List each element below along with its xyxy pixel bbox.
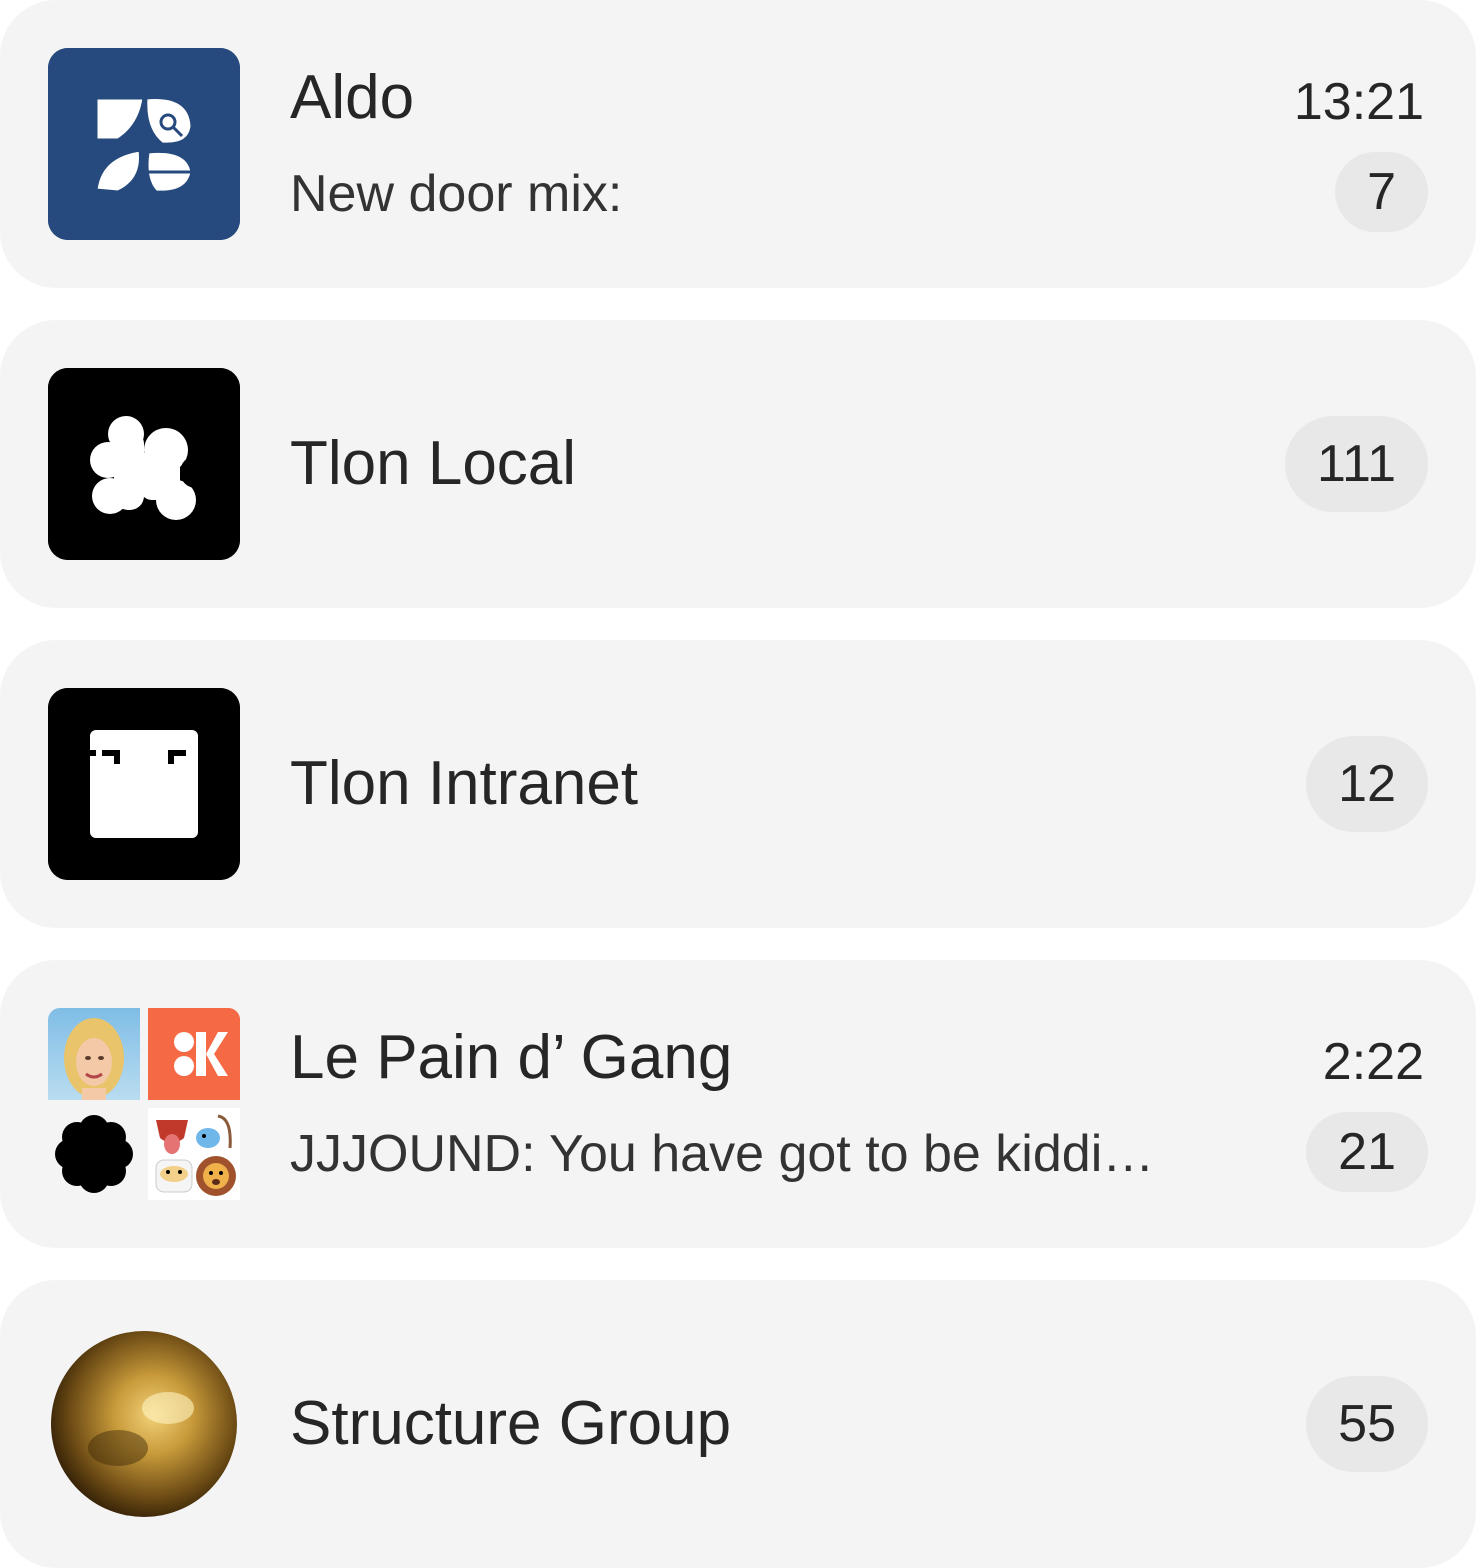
member-avatars-grid-icon bbox=[48, 1008, 240, 1200]
group-title: Le Pain d’ Gang bbox=[290, 1023, 733, 1092]
gold-sphere-icon bbox=[48, 1328, 240, 1520]
unread-count-badge: 111 bbox=[1284, 416, 1428, 512]
last-message-time: 2:22 bbox=[1322, 1033, 1424, 1091]
group-title: Tlon Local bbox=[290, 429, 577, 498]
group-title: Structure Group bbox=[290, 1389, 732, 1458]
member-emoji-avatar bbox=[148, 1108, 240, 1200]
group-row-tlon-local[interactable]: Tlon Local 111 bbox=[0, 320, 1476, 608]
tlon-local-logo-icon bbox=[48, 368, 240, 560]
last-message-preview: JJJOUND: You have got to be kiddi… bbox=[290, 1125, 1155, 1183]
group-title: Aldo bbox=[290, 63, 415, 132]
group-row-tlon-intranet[interactable]: Tlon Intranet 12 bbox=[0, 640, 1476, 928]
member-orange-avatar bbox=[148, 1008, 240, 1100]
aldo-logo-icon bbox=[48, 48, 240, 240]
member-photo-avatar bbox=[48, 1008, 140, 1100]
last-message-time: 13:21 bbox=[1293, 73, 1424, 131]
tlon-intranet-logo-icon bbox=[48, 688, 240, 880]
group-row-le-pain-d-gang[interactable]: Le Pain d’ Gang 2:22 JJJOUND: You have g… bbox=[0, 960, 1476, 1248]
unread-count-badge: 21 bbox=[1306, 1112, 1428, 1192]
group-row-structure-group[interactable]: Structure Group 55 bbox=[0, 1280, 1476, 1568]
group-title: Tlon Intranet bbox=[290, 749, 639, 818]
unread-count-badge: 12 bbox=[1306, 736, 1428, 832]
last-message-preview: New door mix: bbox=[290, 165, 623, 223]
group-row-aldo[interactable]: Aldo 13:21 New door mix: 7 bbox=[0, 0, 1476, 288]
member-black-flower-avatar bbox=[48, 1108, 140, 1200]
unread-count-badge: 7 bbox=[1335, 152, 1428, 232]
unread-count-badge: 55 bbox=[1306, 1376, 1428, 1472]
